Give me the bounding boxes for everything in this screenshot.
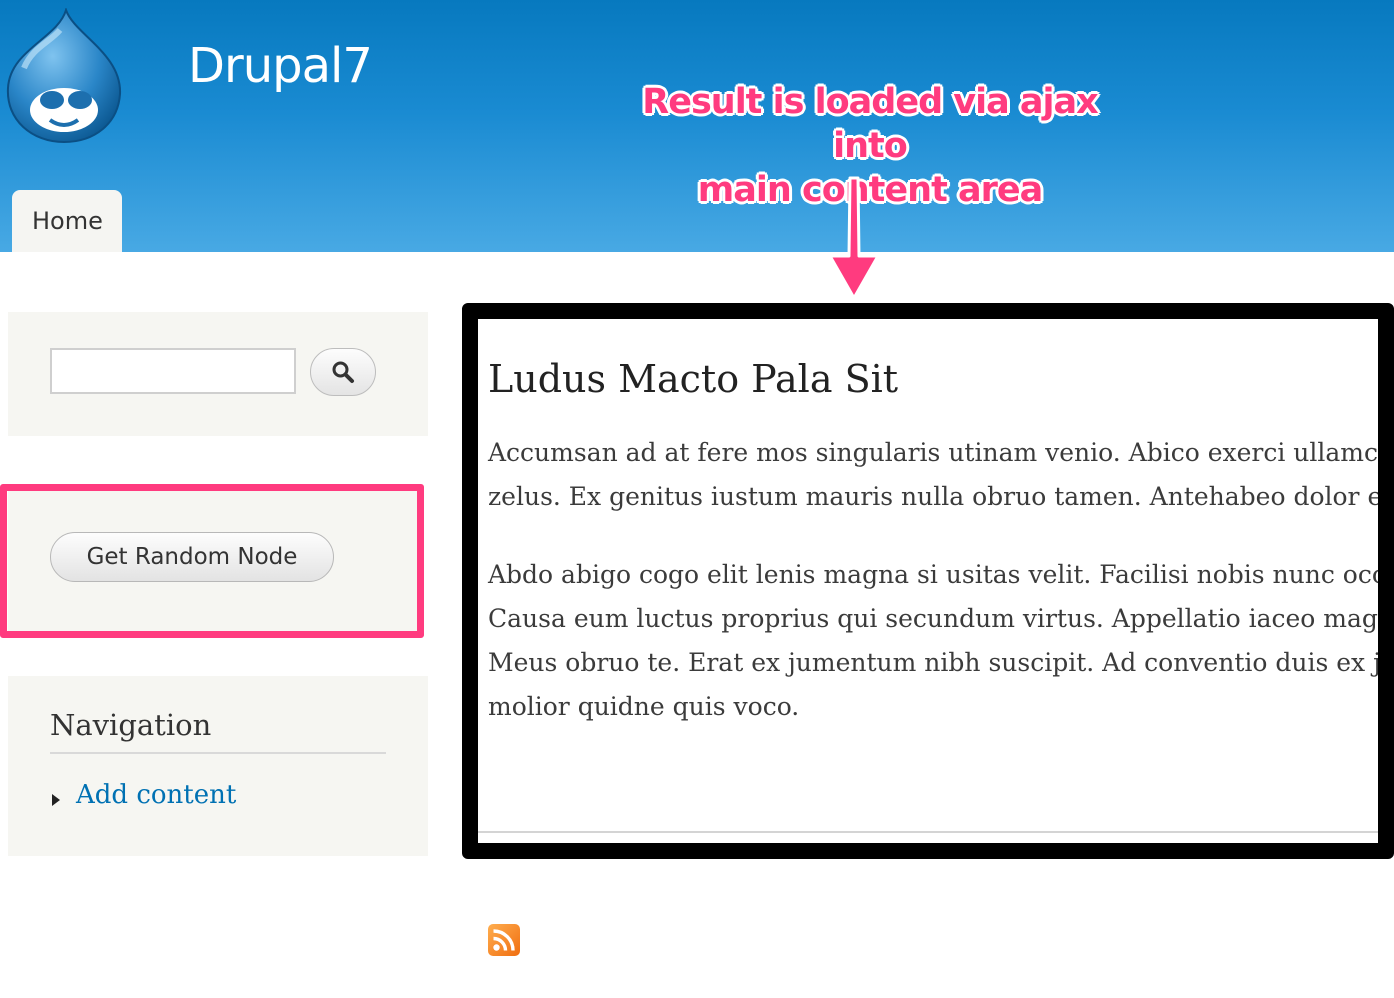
annotation-arrow-icon (828, 176, 880, 300)
nav-link-add-content[interactable]: Add content (76, 780, 236, 810)
paragraph-line: Abdo abigo cogo elit lenis magna si usit… (488, 560, 1394, 589)
rss-feed-icon[interactable] (488, 924, 520, 956)
bullet-triangle-icon (52, 794, 60, 806)
node-body: Accumsan ad at fere mos singularis utina… (488, 431, 1394, 763)
navigation-title: Navigation (50, 708, 386, 754)
drupal-logo-icon[interactable] (4, 8, 124, 144)
paragraph-line: Accumsan ad at fere mos singularis utina… (488, 438, 1394, 467)
annotation-line-1: Result is loaded via ajax into (642, 82, 1098, 166)
tab-home[interactable]: Home (12, 190, 122, 252)
random-block-highlight-box (0, 484, 424, 638)
search-icon (332, 361, 354, 383)
search-button[interactable] (310, 348, 376, 396)
node-divider (478, 831, 1378, 833)
main-content-area: Ludus Macto Pala Sit Accumsan ad at fere… (462, 303, 1394, 859)
paragraph-line: molior quidne quis voco. (488, 692, 800, 721)
paragraph-line: Meus obruo te. Erat ex jumentum nibh sus… (488, 648, 1394, 677)
paragraph-line: Causa eum luctus proprius qui secundum v… (488, 604, 1394, 633)
navigation-block: Navigation Add content (8, 676, 428, 856)
paragraph-line: zelus. Ex genitus iustum mauris nulla ob… (488, 482, 1394, 511)
site-name[interactable]: Drupal7 (188, 38, 373, 94)
node-paragraph-2: Abdo abigo cogo elit lenis magna si usit… (488, 553, 1394, 729)
search-block (8, 312, 428, 436)
node-paragraph-1: Accumsan ad at fere mos singularis utina… (488, 431, 1394, 519)
node-title[interactable]: Ludus Macto Pala Sit (488, 357, 898, 401)
search-input[interactable] (50, 348, 296, 394)
tab-home-label: Home (32, 207, 103, 235)
